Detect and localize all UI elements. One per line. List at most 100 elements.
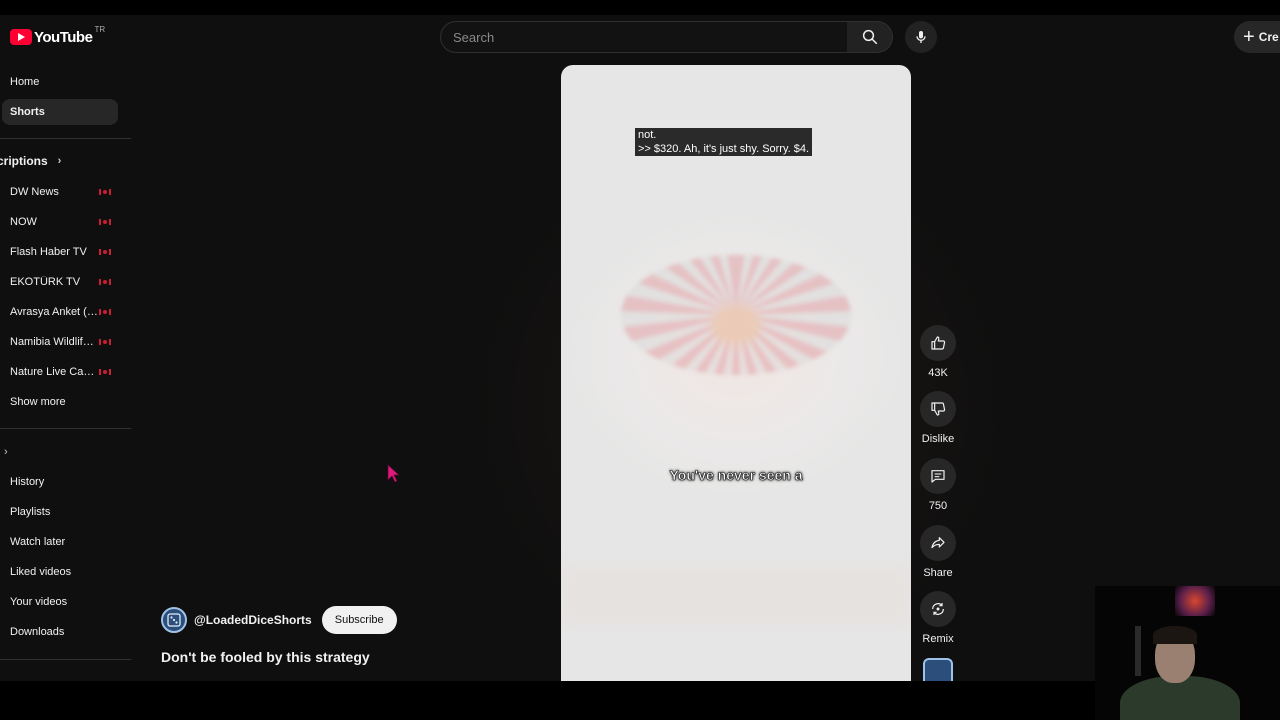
sidebar-item-playlists[interactable]: Playlists [2,499,118,525]
like-count: 43K [928,367,948,379]
subscriptions-heading-label: criptions [0,154,48,168]
youtube-play-icon [10,29,32,45]
comment-icon [931,470,945,483]
subscription-item[interactable]: Flash Haber TV [2,239,118,265]
sidebar-divider [0,659,131,660]
subscription-item[interactable]: Namibia Wildlife ... [2,329,118,355]
subscriptions-heading[interactable]: criptions › [0,154,61,168]
voice-search-button[interactable] [905,21,937,53]
dice-icon [167,613,181,627]
webcam-overlay [1095,586,1280,720]
live-icon [99,369,111,375]
sidebar-item-label: Home [10,76,40,88]
remix-button[interactable] [920,591,956,627]
microphone-icon [916,31,926,43]
dislike-action: Dislike [918,391,958,445]
sidebar-item-home[interactable]: Home [2,69,118,95]
live-icon [99,219,111,225]
avatar[interactable] [161,607,187,633]
sidebar-item-label: Liked videos [10,566,72,578]
logo-text: YouTube [34,28,93,46]
create-button[interactable]: + Cre [1234,21,1280,53]
dislike-label: Dislike [921,433,955,445]
logo-country-code: TR [94,24,106,34]
create-label: Cre [1258,30,1279,44]
subscription-name: Nature Live Cam... [10,366,98,378]
closed-caption: not. >> $320. Ah, it's just shy. Sorry. … [635,128,813,156]
subscription-name: Flash Haber TV [10,246,87,258]
subscription-name: Avrasya Anket (K... [10,306,98,318]
chevron-right-icon[interactable]: › [4,446,8,458]
share-icon [931,537,945,549]
sidebar-item-label: Your videos [10,596,68,608]
live-icon [99,309,111,315]
search-input[interactable] [441,22,847,52]
sidebar-item-history[interactable]: History [2,469,118,495]
sidebar-divider [0,428,131,429]
sidebar-item-label: Watch later [10,536,66,548]
subscription-item[interactable]: NOW [2,209,118,235]
sidebar-item-liked-videos[interactable]: Liked videos [2,559,118,585]
webcam-background-light [1175,586,1215,616]
shorts-video-player[interactable]: not. >> $320. Ah, it's just shy. Sorry. … [561,65,911,681]
share-action: Share [918,525,958,579]
subscription-item[interactable]: DW News [2,179,118,205]
subscription-name: DW News [10,186,59,198]
subscription-item[interactable]: Nature Live Cam... [2,359,118,385]
subscription-item[interactable]: EKOTÜRK TV [2,269,118,295]
dislike-button[interactable] [920,391,956,427]
search-icon [862,29,877,45]
sidebar-item-label: History [10,476,45,488]
like-button[interactable] [920,325,956,361]
sidebar-item-your-videos[interactable]: Your videos [2,589,118,615]
share-button[interactable] [920,525,956,561]
live-icon [99,339,111,345]
video-overlay-text: You've never seen a [669,467,803,484]
search-box [440,21,848,53]
subscription-item[interactable]: Avrasya Anket (K... [2,299,118,325]
sidebar-item-label: Shorts [10,106,45,118]
subscription-name: EKOTÜRK TV [10,276,81,288]
short-title[interactable]: Don't be fooled by this strategy [161,649,370,665]
webcam-microphone [1135,626,1141,676]
remix-action: Remix [918,591,958,645]
screen-top-edge [0,0,1280,15]
chevron-right-icon: › [57,155,62,167]
thumbs-up-icon [931,336,946,350]
live-icon [99,189,111,195]
sidebar-divider [0,138,131,139]
sidebar-item-watch-later[interactable]: Watch later [2,529,118,555]
channel-row: @LoadedDiceShorts Subscribe [161,606,397,634]
subscription-name: Namibia Wildlife ... [10,336,98,348]
live-icon [99,249,111,255]
subscription-name: NOW [10,216,37,228]
sound-source-avatar[interactable] [923,658,953,681]
youtube-shorts-page: YouTube TR + Cre Home Shorts criptions ›… [0,15,1280,681]
video-shadow-band [561,565,911,625]
like-action: 43K [918,325,958,379]
mouse-cursor-icon [387,464,401,483]
channel-handle[interactable]: @LoadedDiceShorts [194,613,312,627]
live-icon [99,279,111,285]
search-button[interactable] [847,21,893,53]
share-label: Share [923,567,953,579]
comment-count: 750 [928,500,948,512]
roulette-wheel-hub [711,305,761,345]
sidebar-item-shorts[interactable]: Shorts [2,99,118,125]
comments-action: 750 [918,458,958,512]
plus-icon: + [1243,26,1255,48]
subscribe-button[interactable]: Subscribe [321,606,397,634]
remix-icon [932,603,944,615]
sidebar-item-label: Downloads [10,626,65,638]
comments-button[interactable] [920,458,956,494]
thumbs-down-icon [931,402,946,416]
show-more-button[interactable]: Show more [2,389,118,415]
show-more-label: Show more [10,396,66,408]
sidebar-item-downloads[interactable]: Downloads [2,619,118,645]
remix-label: Remix [922,633,954,645]
webcam-person-hair [1153,626,1197,644]
sidebar: Home Shorts criptions › DW News NOW Flas… [0,67,131,681]
sidebar-item-label: Playlists [10,506,51,518]
youtube-logo[interactable]: YouTube TR [10,24,106,46]
screen-bottom-edge [0,681,1280,720]
